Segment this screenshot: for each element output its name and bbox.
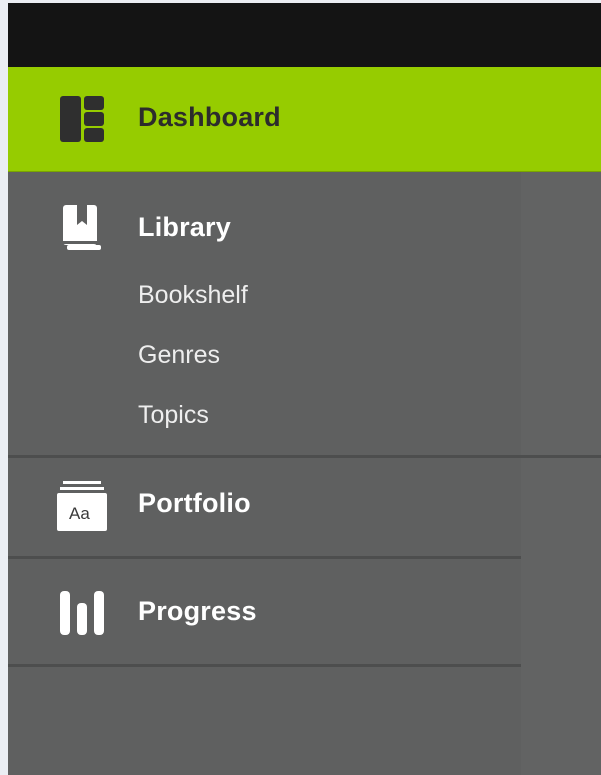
- sidebar-item-label: Library: [138, 212, 231, 242]
- sidebar-subitem-label: Bookshelf: [138, 281, 248, 309]
- sidebar-item-portfolio[interactable]: Aa Portfolio: [8, 458, 601, 556]
- divider: [8, 664, 521, 667]
- sidebar-subitem-topics[interactable]: Topics: [8, 387, 601, 455]
- sidebar-item-label: Dashboard: [138, 102, 281, 132]
- sidebar-nav: Dashboard Library Bookshelf Genres Topic…: [8, 67, 601, 667]
- book-icon: [56, 202, 108, 254]
- sidebar-subitem-genres[interactable]: Genres: [8, 327, 601, 387]
- app-frame: Dashboard Library Bookshelf Genres Topic…: [8, 3, 601, 775]
- portfolio-icon: Aa: [56, 480, 108, 532]
- portfolio-icon-text: Aa: [69, 504, 90, 523]
- progress-bars-icon: [56, 587, 108, 639]
- dashboard-icon: [56, 93, 108, 145]
- sidebar-subitem-label: Topics: [138, 401, 209, 429]
- sidebar-item-label: Progress: [138, 596, 257, 626]
- sidebar-subitem-bookshelf[interactable]: Bookshelf: [8, 267, 601, 327]
- top-bar: [8, 3, 601, 67]
- sidebar-subitem-label: Genres: [138, 341, 220, 369]
- sidebar-item-progress[interactable]: Progress: [8, 559, 601, 664]
- sidebar-item-label: Portfolio: [138, 488, 251, 518]
- sidebar-item-dashboard[interactable]: Dashboard: [8, 67, 601, 172]
